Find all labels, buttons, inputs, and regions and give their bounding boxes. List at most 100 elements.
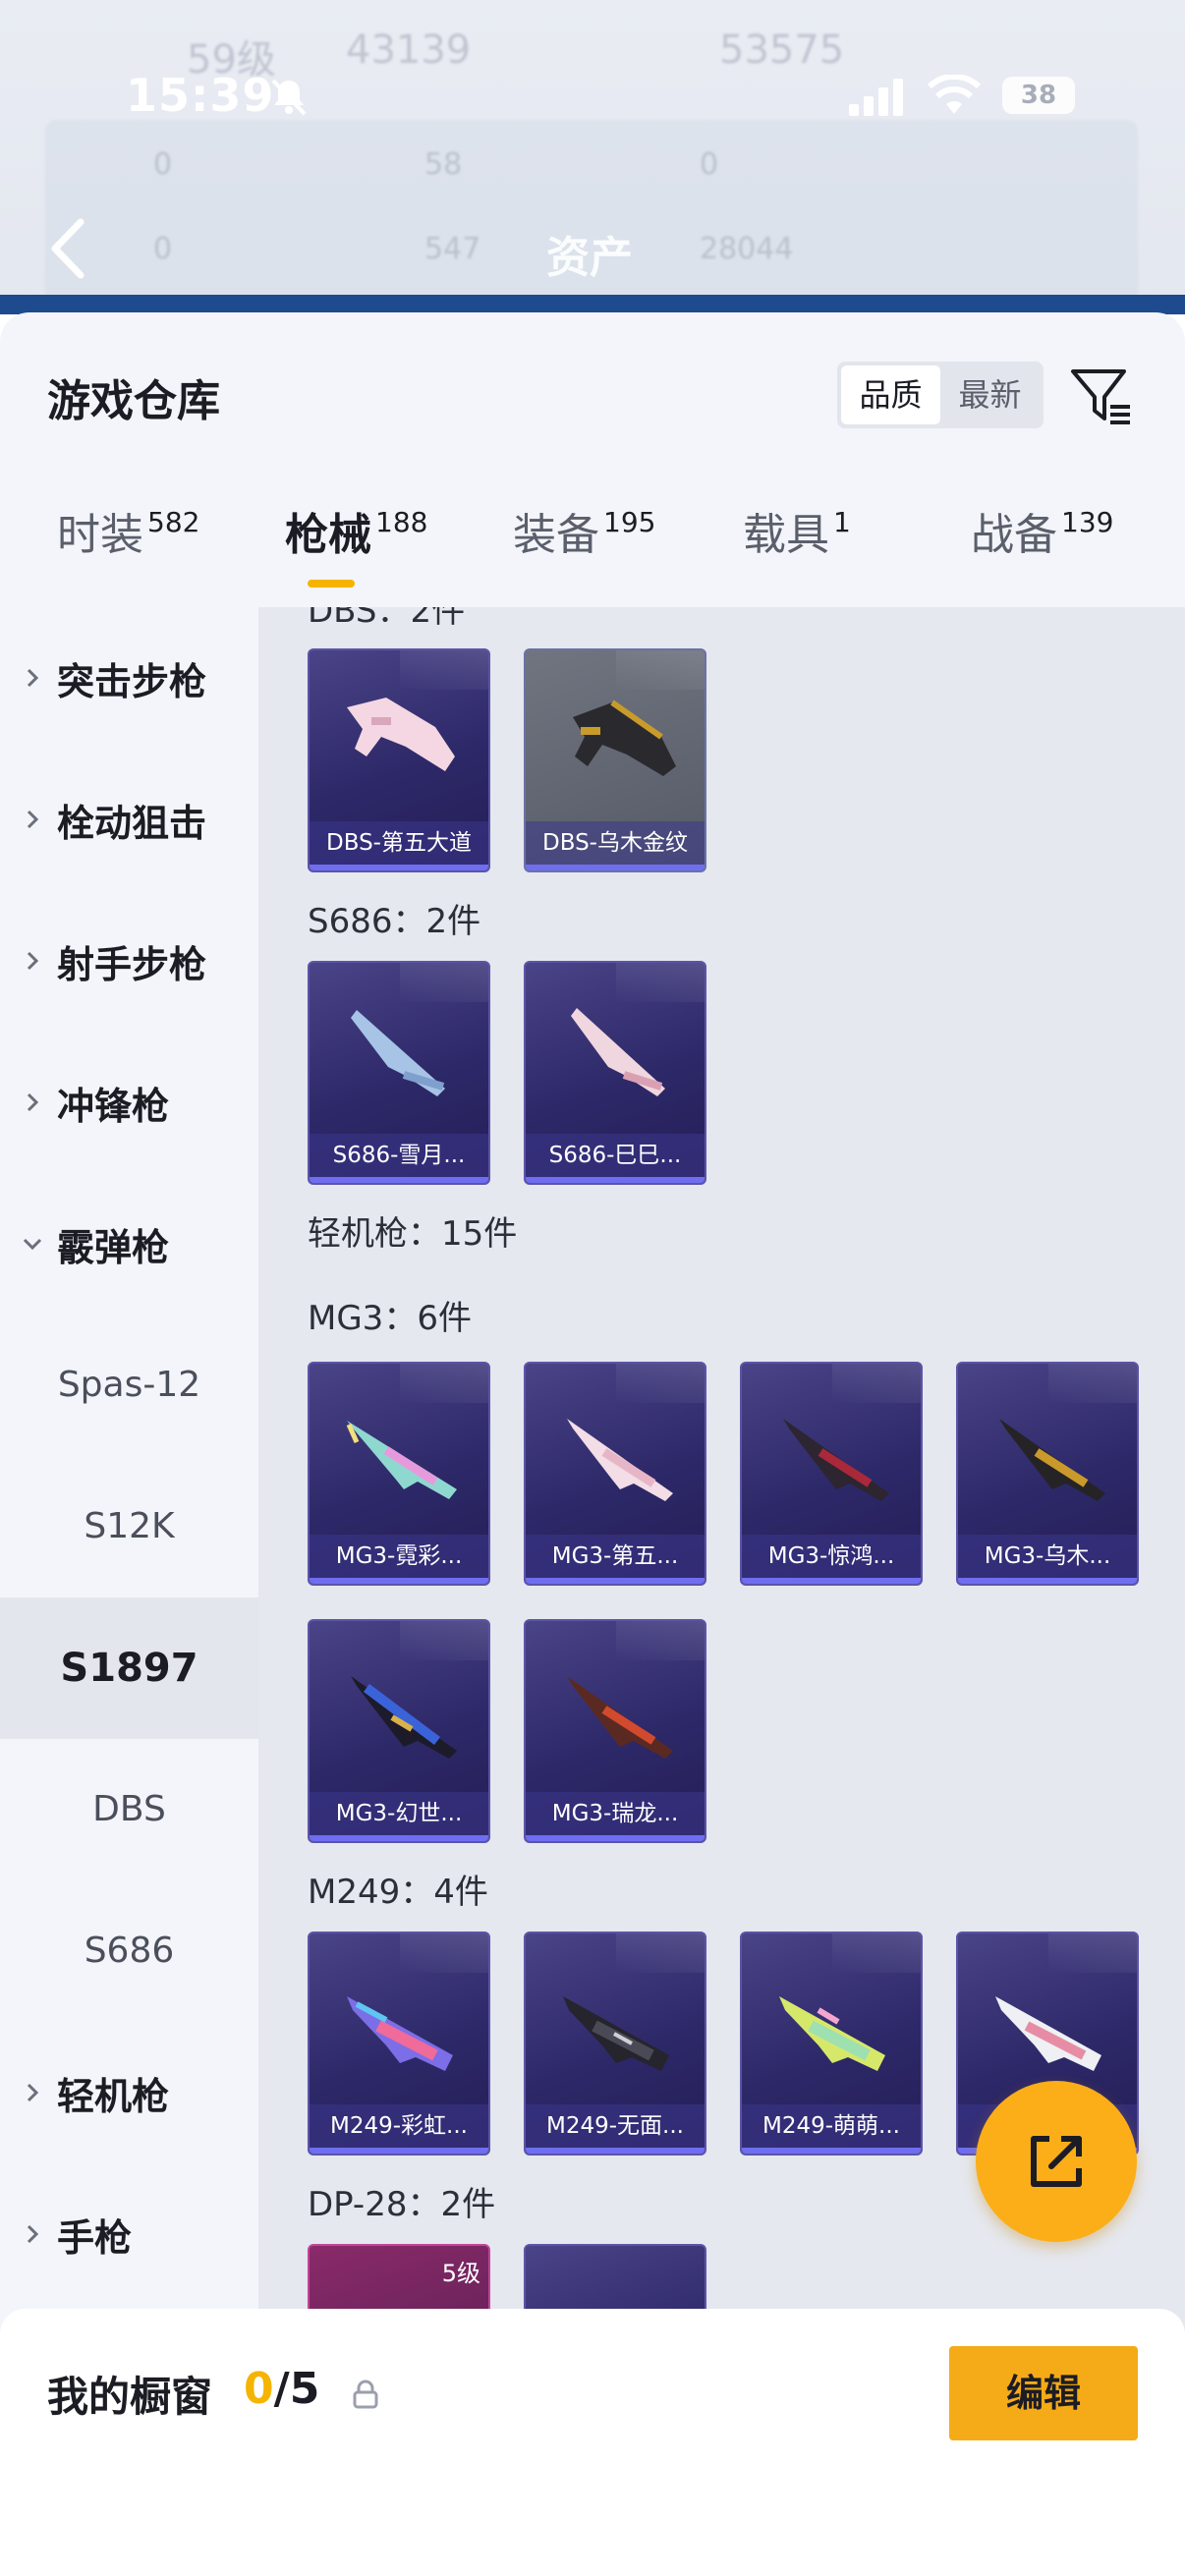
tab-count: 1 — [833, 506, 851, 538]
showcase-bar: 我的橱窗 0/5 编辑 — [0, 2309, 1185, 2576]
blurred-value: 28044 — [700, 232, 794, 266]
active-tab-indicator — [308, 580, 355, 588]
weapon-card[interactable]: M249-萌萌... — [740, 1932, 923, 2156]
tab-count: 188 — [375, 506, 428, 538]
rarity-bar — [742, 2148, 921, 2154]
rarity-bar — [310, 1835, 488, 1841]
showcase-label: 我的橱窗 — [47, 2373, 213, 2421]
rarity-bar — [526, 1177, 705, 1183]
blurred-value: 43139 — [346, 28, 472, 73]
showcase-count: 0/5 — [244, 2364, 319, 2414]
rarity-bar — [526, 2148, 705, 2154]
rarity-bar — [526, 1835, 705, 1841]
sidebar-item-label: 突击步枪 — [57, 659, 207, 703]
machine-gun-image-icon — [995, 1996, 1101, 2071]
sidebar-sub-spas12[interactable]: Spas-12 — [0, 1315, 258, 1456]
shotgun-image-icon — [571, 1008, 665, 1096]
background-strip — [0, 295, 1185, 314]
machine-gun-image-icon — [351, 1676, 457, 1759]
chevron-down-icon — [23, 1238, 42, 1251]
machine-gun-image-icon — [999, 1419, 1105, 1501]
weapon-name: S686-巳巳... — [526, 1134, 705, 1177]
lock-icon — [353, 2380, 378, 2409]
sidebar-item-assault-rifle[interactable]: 突击步枪 — [0, 607, 258, 749]
shotgun-image-icon — [573, 700, 676, 776]
tab-skins[interactable]: 时装 582 — [57, 499, 199, 607]
weapon-card[interactable]: M249-彩虹... — [308, 1932, 490, 2156]
sidebar-sub-s686[interactable]: S686 — [0, 1880, 258, 2022]
blurred-value: 58 — [424, 147, 463, 182]
shotgun-image-icon — [351, 1010, 445, 1096]
weapon-name: DBS-乌木金纹 — [526, 821, 705, 865]
sidebar-item-pistol[interactable]: 手枪 — [0, 2163, 258, 2305]
tab-vehicles[interactable]: 载具 1 — [743, 499, 851, 607]
sort-toggle: 品质 最新 — [837, 362, 1044, 428]
weapon-name: MG3-惊鸿... — [742, 1535, 921, 1578]
weapon-name: MG3-第五... — [526, 1535, 705, 1578]
weapon-name: DBS-第五大道 — [310, 821, 488, 865]
chevron-right-icon — [27, 668, 39, 688]
tab-gear[interactable]: 战备 139 — [971, 499, 1113, 607]
sidebar-item-marksman-rifle[interactable]: 射手步枪 — [0, 890, 258, 1032]
group-header-s686: S686：2件 — [308, 902, 481, 941]
group-header-dbs: DBS：2件 — [308, 607, 466, 631]
showcase-used: 0 — [244, 2364, 274, 2414]
blurred-value: 547 — [424, 232, 481, 266]
rarity-bar — [958, 1578, 1137, 1584]
sidebar-sub-dbs[interactable]: DBS — [0, 1739, 258, 1880]
group-header-mg3: MG3：6件 — [308, 1299, 472, 1338]
machine-gun-image-icon — [347, 1996, 453, 2071]
weapon-card[interactable]: MG3-瑞龙... — [524, 1619, 706, 1843]
background-page-title: 资产 — [546, 233, 633, 283]
group-header-m249: M249：4件 — [308, 1873, 488, 1912]
blurred-value: 0 — [153, 232, 173, 266]
rarity-bar — [310, 1177, 488, 1183]
sidebar-item-bolt-sniper[interactable]: 栓动狙击 — [0, 749, 258, 890]
tab-firearms[interactable]: 枪械 188 — [285, 499, 427, 607]
machine-gun-image-icon — [567, 1419, 673, 1501]
back-chevron-icon[interactable] — [43, 214, 92, 283]
weapon-card[interactable]: MG3-霓彩... — [308, 1362, 490, 1586]
sidebar-item-smg[interactable]: 冲锋枪 — [0, 1032, 258, 1173]
weapon-card[interactable]: MG3-乌木... — [956, 1362, 1139, 1586]
shotgun-image-icon — [347, 698, 455, 771]
weapon-card[interactable]: S686-巳巳... — [524, 961, 706, 1185]
machine-gun-image-icon — [567, 1676, 673, 1759]
weapon-card[interactable]: M249-无面... — [524, 1932, 706, 2156]
signal-icon — [849, 79, 903, 116]
rarity-bar — [526, 865, 705, 870]
share-external-icon — [1031, 2136, 1082, 2187]
tab-count: 582 — [147, 506, 200, 538]
sidebar-sub-s12k[interactable]: S12K — [0, 1456, 258, 1597]
tab-label: 装备 — [513, 510, 599, 560]
weapon-card[interactable]: MG3-惊鸿... — [740, 1362, 923, 1586]
sidebar-item-shotgun[interactable]: 霰弹枪 — [0, 1173, 258, 1315]
sidebar-item-label: 轻机枪 — [57, 2074, 170, 2118]
sort-by-newest-button[interactable]: 最新 — [940, 365, 1040, 424]
filter-icon[interactable] — [1067, 362, 1136, 430]
weapon-card[interactable]: MG3-第五... — [524, 1362, 706, 1586]
weapon-name: MG3-霓彩... — [310, 1535, 488, 1578]
sidebar-item-lmg[interactable]: 轻机枪 — [0, 2022, 258, 2163]
weapon-category-sidebar: 突击步枪 栓动狙击 射手步枪 冲锋枪 霰弹枪 Spas-12 S12K S189… — [0, 607, 258, 2336]
weapon-card[interactable]: DBS-第五大道 — [308, 648, 490, 872]
edit-button[interactable]: 编辑 — [949, 2346, 1138, 2440]
weapon-name: S686-雪月... — [310, 1134, 488, 1177]
tab-label: 载具 — [743, 510, 829, 560]
weapon-name: MG3-幻世... — [310, 1792, 488, 1835]
weapon-card[interactable]: MG3-幻世... — [308, 1619, 490, 1843]
share-button[interactable] — [976, 2081, 1137, 2242]
sheet-title: 游戏仓库 — [47, 376, 220, 426]
blurred-value: 53575 — [719, 28, 845, 73]
sidebar-sub-s1897[interactable]: S1897 — [0, 1597, 258, 1739]
rarity-bar — [526, 1578, 705, 1584]
chevron-right-icon — [27, 2224, 39, 2244]
sort-by-quality-button[interactable]: 品质 — [841, 365, 940, 424]
tab-equipment[interactable]: 装备 195 — [513, 499, 655, 607]
tab-count: 195 — [603, 506, 656, 538]
category-tabs: 时装 582 枪械 188 装备 195 载具 1 战备 139 — [0, 499, 1185, 607]
chevron-right-icon — [27, 810, 39, 829]
weapon-card[interactable]: DBS-乌木金纹 — [524, 648, 706, 872]
tab-count: 139 — [1061, 506, 1114, 538]
weapon-card[interactable]: S686-雪月... — [308, 961, 490, 1185]
